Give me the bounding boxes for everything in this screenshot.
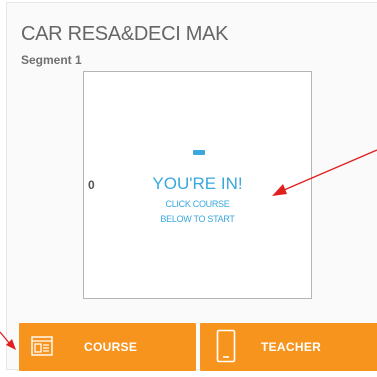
course-button-label: COURSE <box>84 340 138 354</box>
youre-in-headline: YOU'RE IN! <box>152 174 243 193</box>
teacher-button[interactable]: TEACHER <box>200 323 377 371</box>
course-title: CAR RESA&DECI MAK <box>21 23 229 45</box>
mobile-phone-icon <box>216 329 236 368</box>
instruction-line-1: CLICK COURSE <box>165 199 230 209</box>
progress-dash <box>193 150 205 155</box>
instruction-line-2: BELOW TO START <box>160 214 235 224</box>
teacher-button-label: TEACHER <box>261 340 322 354</box>
segment-label: Segment 1 <box>21 53 82 67</box>
course-button[interactable]: COURSE <box>19 323 196 371</box>
course-screen-icon <box>31 336 53 361</box>
